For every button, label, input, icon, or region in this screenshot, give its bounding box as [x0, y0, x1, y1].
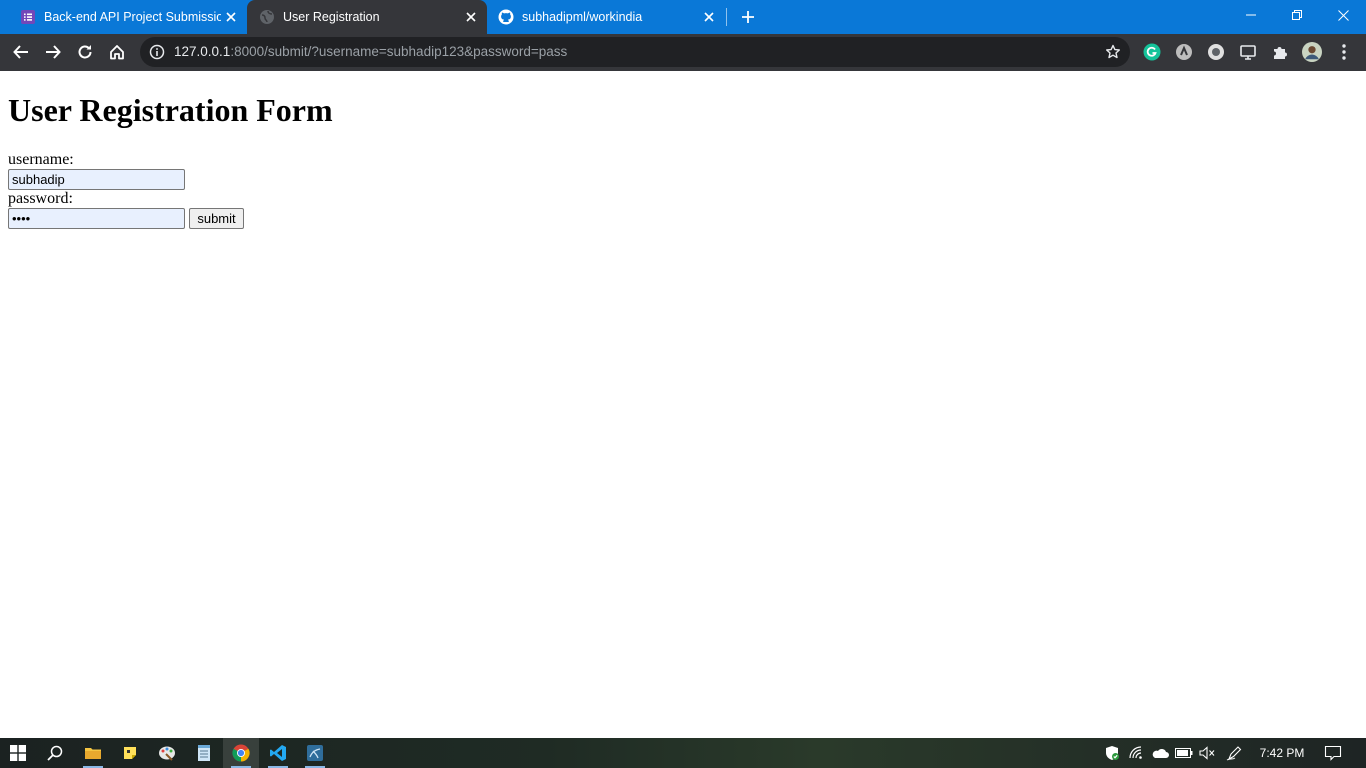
address-bar[interactable]: 127.0.0.1:8000/submit/?username=subhadip…: [140, 37, 1130, 67]
minimize-button[interactable]: [1228, 0, 1274, 30]
submit-button[interactable]: submit: [189, 208, 244, 229]
page-heading: User Registration Form: [8, 92, 333, 128]
bookmark-star-icon[interactable]: [1104, 43, 1122, 61]
url-text[interactable]: 127.0.0.1:8000/submit/?username=subhadip…: [174, 44, 567, 59]
minimize-icon: [1246, 14, 1256, 16]
vscode-button[interactable]: [260, 738, 296, 768]
extensions-puzzle-icon[interactable]: [1270, 42, 1290, 62]
grammarly-icon[interactable]: [1142, 42, 1162, 62]
restore-icon: [1292, 10, 1302, 20]
database-workbench-icon: [307, 745, 323, 761]
search-button[interactable]: [37, 738, 73, 768]
new-tab-button[interactable]: [737, 6, 759, 28]
close-tab-icon[interactable]: [699, 7, 719, 27]
tab-api-submission[interactable]: Back-end API Project Submission: [0, 0, 247, 34]
notepad-icon: [198, 745, 210, 761]
close-tab-icon[interactable]: [461, 7, 481, 27]
windows-taskbar: 7:42 PM: [0, 738, 1366, 768]
notepad-button[interactable]: [186, 738, 222, 768]
tab-title: subhadipml/workindia: [522, 10, 643, 24]
volume-muted-icon[interactable]: [1196, 738, 1218, 768]
globe-icon: [259, 9, 275, 25]
password-label: password:: [8, 190, 73, 207]
paint-button[interactable]: [149, 738, 185, 768]
restore-button[interactable]: [1274, 0, 1320, 30]
wifi-icon[interactable]: [1126, 738, 1148, 768]
password-input[interactable]: [8, 208, 185, 229]
search-icon: [47, 745, 63, 761]
tab-strip: Back-end API Project Submission User Reg…: [0, 0, 1366, 34]
tab-user-registration[interactable]: User Registration: [247, 0, 487, 34]
windows-security-icon[interactable]: [1101, 738, 1123, 768]
chrome-icon: [232, 744, 250, 762]
close-window-button[interactable]: [1320, 0, 1366, 30]
username-input[interactable]: [8, 169, 185, 190]
mysql-workbench-button[interactable]: [297, 738, 333, 768]
extension-circle-icon[interactable]: [1206, 42, 1226, 62]
url-path: :8000/submit/?username=subhadip123&passw…: [230, 44, 568, 59]
tab-title: Back-end API Project Submission: [44, 10, 221, 24]
home-icon: [110, 45, 124, 60]
github-icon: [498, 9, 514, 25]
url-host: 127.0.0.1: [174, 44, 231, 59]
cast-icon[interactable]: [1238, 42, 1258, 62]
reload-button[interactable]: [70, 37, 100, 67]
close-icon: [1337, 9, 1349, 21]
palette-icon: [159, 746, 175, 761]
sticky-notes-button[interactable]: [112, 738, 148, 768]
plus-icon: [742, 11, 754, 23]
notifications-icon[interactable]: [1322, 738, 1344, 768]
arrow-right-icon: [46, 45, 61, 59]
menu-kebab-icon[interactable]: [1334, 42, 1354, 62]
extension-s-icon[interactable]: [1174, 42, 1194, 62]
taskbar-clock[interactable]: 7:42 PM: [1252, 738, 1312, 768]
browser-toolbar: 127.0.0.1:8000/submit/?username=subhadip…: [0, 34, 1366, 71]
profile-avatar[interactable]: [1302, 42, 1322, 62]
battery-icon[interactable]: [1173, 738, 1195, 768]
site-info-icon[interactable]: [148, 43, 166, 61]
tab-separator: [726, 8, 727, 26]
tab-title: User Registration: [283, 10, 380, 24]
file-explorer-button[interactable]: [75, 738, 111, 768]
home-button[interactable]: [102, 37, 132, 67]
chrome-button[interactable]: [223, 738, 259, 768]
form-list-icon: [20, 9, 36, 25]
tab-github-repo[interactable]: subhadipml/workindia: [487, 0, 725, 34]
start-button[interactable]: [0, 738, 36, 768]
forward-button[interactable]: [38, 37, 68, 67]
page-content: User Registration Form username: passwor…: [0, 71, 1366, 738]
username-label: username:: [8, 151, 74, 168]
onedrive-icon[interactable]: [1149, 738, 1171, 768]
back-button[interactable]: [6, 37, 36, 67]
folder-icon: [85, 748, 101, 759]
sticky-note-icon: [124, 747, 136, 759]
pen-workspace-icon[interactable]: [1224, 738, 1246, 768]
reload-icon: [78, 45, 92, 59]
vscode-icon: [270, 745, 286, 761]
arrow-left-icon: [13, 45, 28, 59]
windows-logo-icon: [10, 745, 26, 761]
close-tab-icon[interactable]: [221, 7, 241, 27]
